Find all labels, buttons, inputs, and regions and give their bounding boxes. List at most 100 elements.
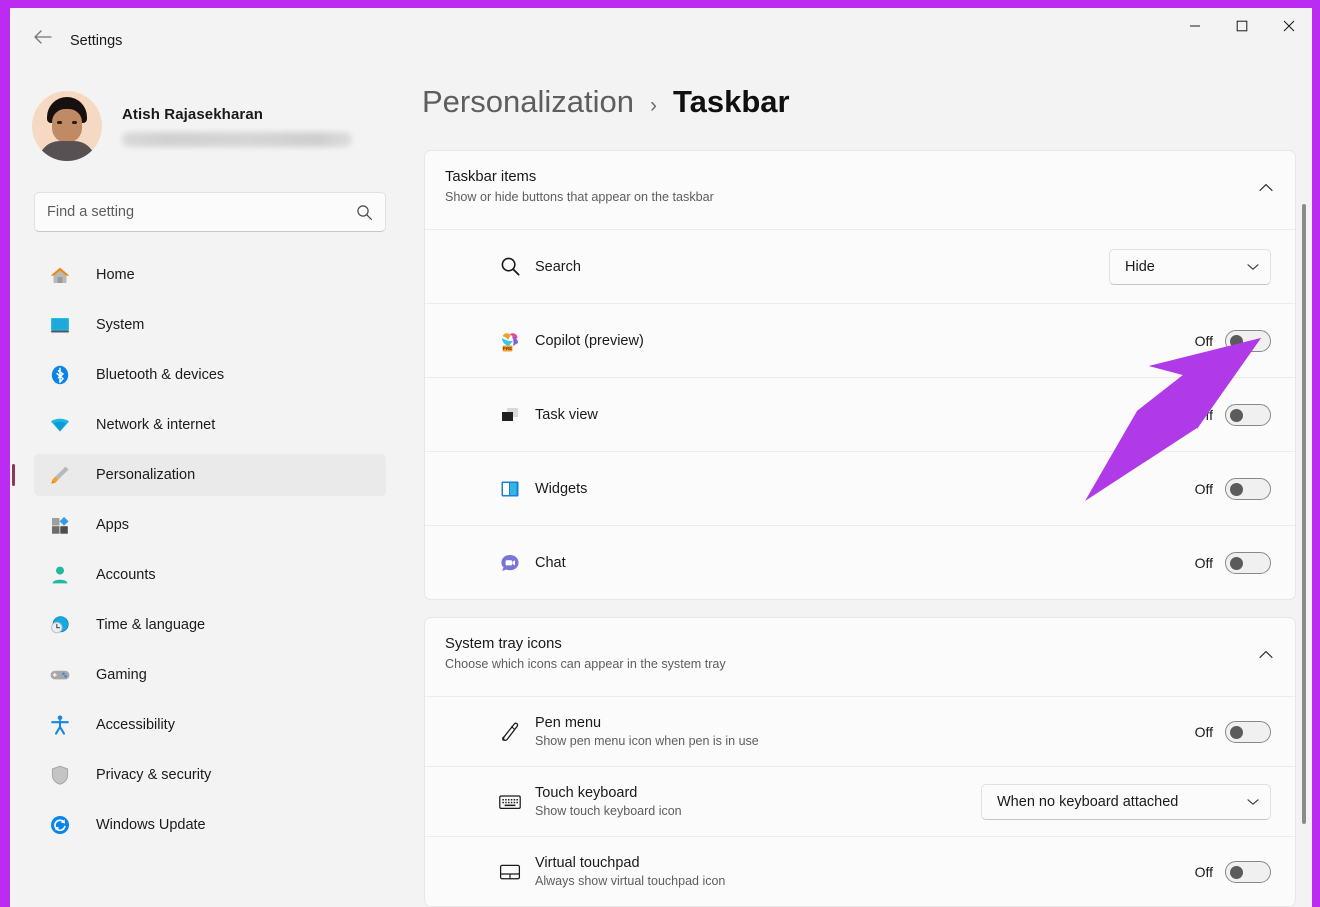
wifi-icon: [48, 413, 72, 437]
sidebar-item-system[interactable]: System: [34, 304, 386, 346]
system-icon: [48, 313, 72, 337]
row-label: Touch keyboard: [535, 785, 638, 801]
toggle-state-label: Off: [1194, 480, 1213, 497]
widgets-toggle[interactable]: [1225, 477, 1271, 500]
scrollbar-track[interactable]: [1299, 146, 1308, 906]
close-icon: [1283, 20, 1294, 32]
system-tray-icons-card: System tray icons Choose which icons can…: [424, 617, 1296, 907]
chat-icon: [497, 550, 523, 576]
person-icon: [48, 563, 72, 587]
chevron-up-icon[interactable]: [1259, 179, 1273, 197]
row-label: Task view: [535, 406, 598, 423]
sidebar-item-label: Network & internet: [96, 417, 216, 433]
app-title: Settings: [70, 33, 123, 49]
virtual-touchpad-toggle[interactable]: [1225, 860, 1271, 883]
section-title: System tray icons: [445, 636, 562, 652]
taskview-icon: [497, 402, 523, 428]
sidebar-item-bluetooth-devices[interactable]: Bluetooth & devices: [34, 354, 386, 396]
row-label: Widgets: [535, 480, 588, 497]
sidebar-item-privacy-security[interactable]: Privacy & security: [34, 754, 386, 796]
back-arrow-icon: [34, 30, 52, 44]
settings-window: Settings Atish Rajasekharan Find a setti…: [10, 8, 1312, 907]
chevron-down-icon: [1247, 259, 1259, 275]
sidebar-nav-list: Home System Bluetooth & devices Network …: [12, 254, 386, 854]
dropdown-value: Hide: [1125, 258, 1155, 275]
sidebar: Atish Rajasekharan Find a setting Home S…: [10, 66, 410, 907]
update-icon: [48, 813, 72, 837]
account-card[interactable]: Atish Rajasekharan: [32, 80, 392, 172]
sidebar-item-windows-update[interactable]: Windows Update: [34, 804, 386, 846]
sidebar-item-accessibility[interactable]: Accessibility: [34, 704, 386, 746]
dropdown-value: When no keyboard attached: [997, 793, 1179, 810]
chevron-down-icon: [1247, 794, 1259, 810]
breadcrumb-parent-link[interactable]: Personalization: [422, 84, 634, 120]
touchpad-icon: [497, 859, 523, 885]
account-email-redacted: [122, 131, 352, 147]
section-title: Taskbar items: [445, 169, 537, 185]
sidebar-item-network-internet[interactable]: Network & internet: [34, 404, 386, 446]
sidebar-item-accounts[interactable]: Accounts: [34, 554, 386, 596]
search-visibility-dropdown[interactable]: Hide: [1109, 248, 1271, 285]
back-button[interactable]: [24, 20, 62, 54]
minimize-button[interactable]: [1171, 8, 1218, 44]
table-row-pen-menu[interactable]: Pen menu Show pen menu icon when pen is …: [425, 696, 1295, 766]
table-row-widgets[interactable]: Widgets Off: [425, 451, 1295, 525]
page-title: Taskbar: [672, 84, 790, 119]
sidebar-item-gaming[interactable]: Gaming: [34, 654, 386, 696]
search-icon: [497, 254, 523, 280]
chat-toggle[interactable]: [1225, 551, 1271, 574]
sidebar-item-label: Personalization: [96, 467, 196, 483]
sidebar-item-time-language[interactable]: Time & language: [34, 604, 386, 646]
touch-keyboard-dropdown[interactable]: When no keyboard attached: [981, 783, 1271, 820]
sidebar-item-label: Apps: [96, 517, 130, 533]
table-row-copilot[interactable]: PRE Copilot (preview) Off: [425, 303, 1295, 377]
search-setting-box[interactable]: [34, 192, 386, 232]
pen-icon: [497, 719, 523, 745]
copilot-icon: PRE: [497, 328, 523, 354]
sidebar-item-home[interactable]: Home: [34, 254, 386, 296]
breadcrumb-separator: ›: [649, 94, 657, 117]
table-row-search[interactable]: Search Hide: [425, 229, 1295, 303]
system-tray-icons-header[interactable]: System tray icons Choose which icons can…: [425, 618, 1295, 696]
row-description: Show touch keyboard icon: [535, 804, 682, 818]
row-label: Virtual touchpad: [535, 855, 640, 871]
toggle-state-label: Off: [1194, 723, 1213, 740]
chevron-up-icon[interactable]: [1259, 646, 1273, 664]
row-label: Chat: [535, 554, 566, 571]
table-row-virtual-touchpad[interactable]: Virtual touchpad Always show virtual tou…: [425, 836, 1295, 906]
main-content: Personalization › Taskbar Taskbar items …: [410, 66, 1312, 907]
sidebar-item-apps[interactable]: Apps: [34, 504, 386, 546]
widgets-icon: [497, 476, 523, 502]
table-row-chat[interactable]: Chat Off: [425, 525, 1295, 599]
purple-screenshot-border: Settings Atish Rajasekharan Find a setti…: [0, 0, 1320, 907]
account-name: Atish Rajasekharan: [122, 105, 264, 123]
table-row-touch-keyboard[interactable]: Touch keyboard Show touch keyboard icon …: [425, 766, 1295, 836]
scrollbar-thumb[interactable]: [1302, 204, 1306, 824]
apps-icon: [48, 513, 72, 537]
accessibility-icon: [48, 713, 72, 737]
copilot-preview-toggle[interactable]: [1225, 329, 1271, 352]
pen-menu-toggle[interactable]: [1225, 720, 1271, 743]
sidebar-item-label: Accounts: [96, 567, 156, 583]
sidebar-item-label: Privacy & security: [96, 767, 212, 783]
gamepad-icon: [48, 663, 72, 687]
home-icon: [48, 263, 72, 287]
toggle-state-label: Off: [1194, 332, 1213, 349]
shield-icon: [48, 763, 72, 787]
taskbar-items-header[interactable]: Taskbar items Show or hide buttons that …: [425, 151, 1295, 229]
bluetooth-icon: [48, 363, 72, 387]
row-description: Always show virtual touchpad icon: [535, 874, 726, 888]
table-row-task-view[interactable]: Task view Off: [425, 377, 1295, 451]
paintbrush-icon: [48, 463, 72, 487]
section-subtitle: Choose which icons can appear in the sys…: [445, 657, 726, 671]
maximize-icon: [1236, 20, 1247, 32]
toggle-state-label: Off: [1194, 554, 1213, 571]
maximize-button[interactable]: [1218, 8, 1265, 44]
row-description: Show pen menu icon when pen is in use: [535, 734, 759, 748]
task-view-toggle[interactable]: [1225, 403, 1271, 426]
sidebar-item-label: Accessibility: [96, 717, 175, 733]
keyboard-icon: [497, 789, 523, 815]
sidebar-item-personalization[interactable]: Personalization: [12, 454, 386, 496]
close-button[interactable]: [1265, 8, 1312, 44]
search-input[interactable]: [47, 204, 356, 220]
